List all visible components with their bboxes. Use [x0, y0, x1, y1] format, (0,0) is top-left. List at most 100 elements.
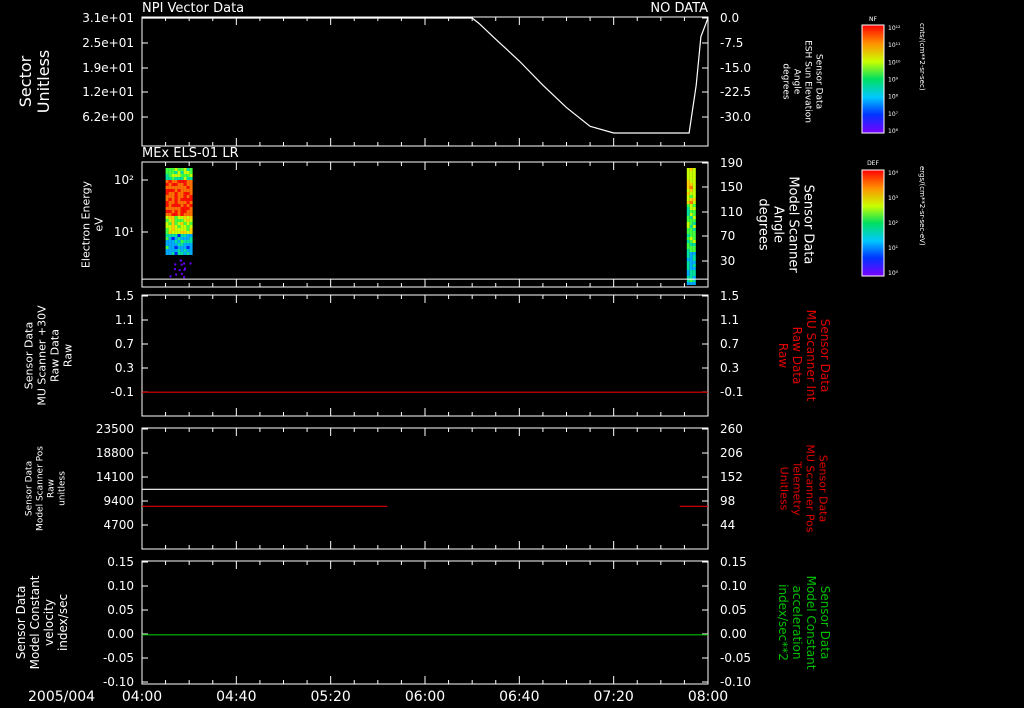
- spectrogram-cell: [689, 258, 693, 261]
- colorbar-def-tag: DEF: [867, 160, 879, 167]
- right-tick-label: 0.7: [720, 337, 739, 351]
- spectrogram-cell: [171, 210, 175, 213]
- right-tick-label: 0.10: [720, 579, 747, 593]
- spectrogram-cell: [171, 219, 175, 222]
- spectrogram: [165, 168, 696, 285]
- spectrogram-cell: [686, 258, 690, 261]
- spectrogram-cell: [689, 174, 693, 177]
- right-label-line: Model Constant: [804, 576, 818, 670]
- spectrogram-cell: [689, 201, 693, 204]
- spectrogram-cell: [171, 240, 175, 243]
- panel-1: 3.1e+01 2.5e+01 1.9e+01 1.2e+01 6.2e+00 0.0 -7…: [16, 11, 824, 147]
- spectrogram-cell: [165, 168, 169, 171]
- right-label-line: Model Scanner: [786, 176, 801, 273]
- spectrogram-cell: [174, 249, 178, 252]
- spectrogram-cell: [689, 213, 693, 216]
- spectrogram-cell: [692, 174, 696, 177]
- left-tick-label: 10¹: [114, 225, 134, 239]
- colorbar-tick-label: 10⁹: [888, 77, 899, 84]
- spectrogram-cell: [174, 240, 178, 243]
- right-tick-label: 98: [720, 494, 735, 508]
- x-tick-label: 06:40: [499, 689, 539, 705]
- spectrogram-cell: [189, 168, 193, 171]
- left-label-line: Raw: [62, 344, 75, 367]
- spectrogram-cell: [171, 198, 175, 201]
- x-tick-label: 05:20: [310, 689, 350, 705]
- spectrogram-cell: [186, 219, 190, 222]
- spectrogram-cell: [183, 204, 187, 207]
- spectrogram-cell: [186, 186, 190, 189]
- spectrogram-cell: [686, 267, 690, 270]
- colorbar-def: DEF 10⁴ 10³ 10² 10¹ 10⁰ ergs/(cm**2-sr-sec-e…: [861, 160, 926, 277]
- spectrogram-cell: [168, 228, 172, 231]
- spectrogram-cell: [179, 259, 182, 262]
- spectrogram-cell: [689, 276, 693, 279]
- spectrogram-cell: [689, 240, 693, 243]
- right-label-line: Sensor Data: [801, 185, 816, 265]
- spectrogram-cell: [689, 243, 693, 246]
- spectrogram-cell: [168, 174, 172, 177]
- spectrogram-cell: [171, 201, 175, 204]
- right-label-line: Sensor Data: [818, 319, 832, 393]
- right-tick-label: 0.3: [720, 361, 739, 375]
- x-tick-label: 06:00: [405, 689, 445, 705]
- spectrogram-cell: [180, 225, 184, 228]
- spectrogram-cell: [183, 174, 187, 177]
- spectrogram-cell: [189, 243, 193, 246]
- spectrogram-cell: [175, 273, 178, 276]
- spectrogram-cell: [180, 183, 184, 186]
- spectrogram-cell: [689, 186, 693, 189]
- spectrogram-cell: [174, 192, 178, 195]
- spectrogram-cell: [189, 237, 193, 240]
- left-tick-label: 4700: [103, 518, 134, 532]
- spectrogram-cell: [165, 189, 169, 192]
- spectrogram-cell: [183, 219, 187, 222]
- spectrogram-cell: [171, 216, 175, 219]
- spectrogram-cell: [189, 201, 193, 204]
- spectrogram-cell: [168, 222, 172, 225]
- panel-2: 10² 10¹ 190 150 110 70 30 Electron Energy eV Sens…: [80, 156, 816, 288]
- spectrogram-cell: [189, 228, 193, 231]
- spectrogram-cell: [692, 216, 696, 219]
- spectrogram-cell: [168, 180, 172, 183]
- spectrogram-cell: [180, 219, 184, 222]
- spectrogram-cell: [186, 240, 190, 243]
- left-tick-label: 23500: [96, 422, 134, 436]
- spectrogram-cell: [189, 195, 193, 198]
- spectrogram-cell: [686, 225, 690, 228]
- spectrogram-cell: [692, 171, 696, 174]
- spectrogram-cell: [189, 204, 193, 207]
- right-tick-label: -22.5: [720, 85, 751, 99]
- left-tick-label: 0.15: [107, 555, 134, 569]
- colorbar-def-units: ergs/(cm**2-sr-sec-eV): [918, 166, 926, 246]
- spectrogram-cell: [692, 192, 696, 195]
- spectrogram-cell: [180, 180, 184, 183]
- spectrogram-cell: [689, 282, 693, 285]
- spectrogram-cell: [692, 195, 696, 198]
- spectrogram-cell: [165, 222, 169, 225]
- spectrogram-cell: [165, 237, 169, 240]
- colorbar-tick-label: 10¹: [888, 245, 899, 252]
- panel-5-right-label: Sensor DataModel Constantaccelerationind…: [776, 576, 832, 670]
- left-label-line: Raw Data: [49, 329, 62, 382]
- spectrogram-cell: [183, 249, 187, 252]
- spectrogram-cell: [171, 168, 175, 171]
- spectrogram-cell: [692, 258, 696, 261]
- colorbar-nf: NF 10¹² 10¹¹ 10¹⁰ 10⁹ 10⁸ 10⁷ 10⁶ cnts/(cm**2-…: [861, 16, 926, 135]
- left-tick-label: 1.5: [115, 289, 134, 303]
- spectrogram-cell: [168, 213, 172, 216]
- spectrogram-cell: [180, 231, 184, 234]
- spectrogram-cell: [171, 252, 175, 255]
- spectrogram-cell: [168, 195, 172, 198]
- spectrogram-cell: [171, 231, 175, 234]
- spectrogram-cell: [165, 192, 169, 195]
- spectrogram-cell: [183, 171, 187, 174]
- right-label-line: acceleration: [790, 586, 804, 660]
- right-tick-label: 1.1: [720, 313, 739, 327]
- spectrogram-cell: [189, 171, 193, 174]
- left-tick-label: 1.9e+01: [82, 61, 134, 75]
- spectrogram-cell: [165, 180, 169, 183]
- right-tick-label: -0.1: [720, 385, 743, 399]
- spectrogram-cell: [183, 213, 187, 216]
- spectrogram-cell: [165, 171, 169, 174]
